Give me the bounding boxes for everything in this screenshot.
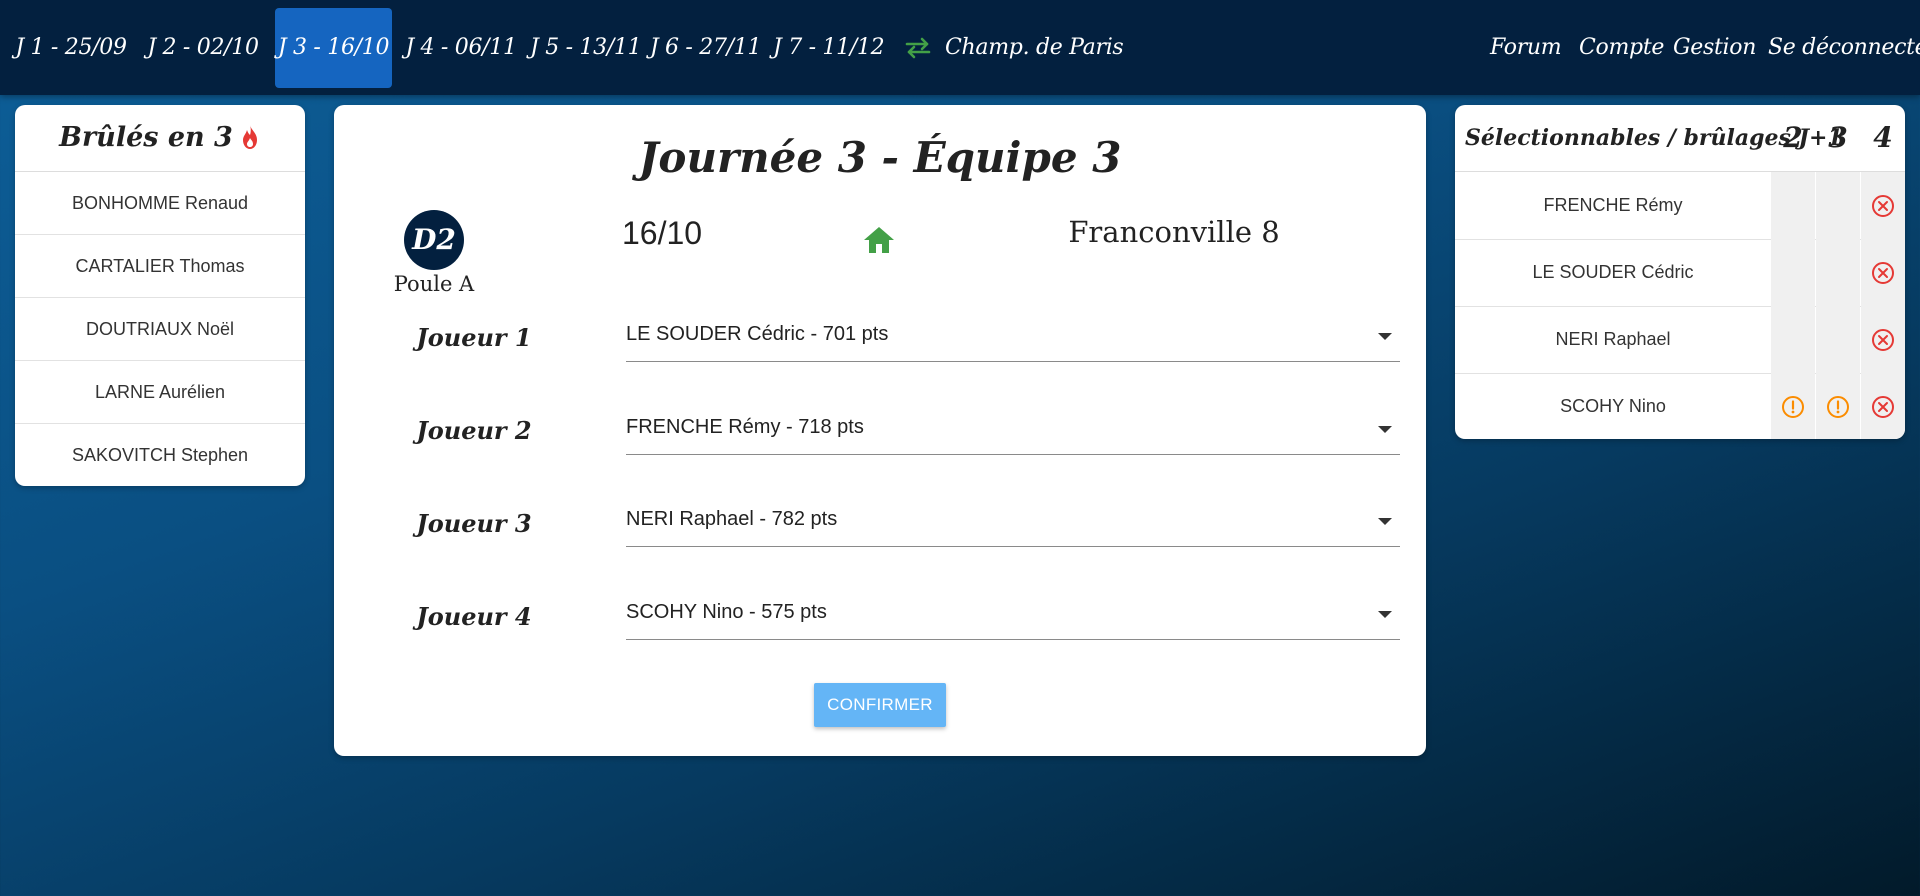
close-circle-icon <box>1872 262 1894 284</box>
table-cell <box>1816 239 1860 306</box>
player-select-1[interactable]: LE SOUDER Cédric - 701 pts <box>626 313 1400 362</box>
team-composition-card: Journée 3 - Équipe 3 D2 Poule A 16/10 Fr… <box>334 105 1426 756</box>
burned-player-item: BONHOMME Renaud <box>15 172 305 235</box>
table-cell <box>1816 172 1860 239</box>
player-slot-label-1: Joueur 1 <box>416 323 532 352</box>
nav-day-j2[interactable]: J 2 - 02/10 <box>143 8 263 88</box>
table-cell <box>1816 306 1860 373</box>
nav-day-j6[interactable]: J 6 - 27/11 <box>648 8 763 88</box>
column-header-4: 4 <box>1873 121 1893 154</box>
nav-gestion[interactable]: Gestion <box>1673 8 1756 88</box>
player-select-2[interactable]: FRENCHE Rémy - 718 pts <box>626 406 1400 455</box>
burned-card-header: Brûlés en 3 <box>15 105 305 172</box>
nav-logout[interactable]: Se déconnecter <box>1768 8 1920 88</box>
dropdown-arrow-icon <box>1378 426 1392 433</box>
table-cell <box>1771 306 1815 373</box>
selectable-players-card: Sélectionnables / brûlages J+1 2 3 4 FRE… <box>1455 105 1905 439</box>
player-slot-label-3: Joueur 3 <box>416 509 532 538</box>
alert-circle-icon <box>1782 396 1804 418</box>
nav-champ-de-paris[interactable]: Champ. de Paris <box>945 8 1124 88</box>
table-cell <box>1861 373 1905 439</box>
selectable-player-name: NERI Raphael <box>1555 329 1671 349</box>
player-select-4[interactable]: SCOHY Nino - 575 pts <box>626 591 1400 640</box>
confirm-button[interactable]: CONFIRMER <box>814 683 946 727</box>
player-select-value: LE SOUDER Cédric - 701 pts <box>626 323 889 345</box>
home-icon <box>864 227 894 253</box>
burned-player-item: CARTALIER Thomas <box>15 235 305 298</box>
table-cell <box>1771 172 1815 239</box>
table-cell <box>1771 373 1815 439</box>
table-cell <box>1771 239 1815 306</box>
player-select-value: FRENCHE Rémy - 718 pts <box>626 416 864 438</box>
burned-players-card: Brûlés en 3 BONHOMME Renaud CARTALIER Th… <box>15 105 305 486</box>
player-select-value: SCOHY Nino - 575 pts <box>626 601 827 623</box>
selectable-table-title: Sélectionnables / brûlages J+1 <box>1465 125 1843 151</box>
burned-player-item: SAKOVITCH Stephen <box>71 445 249 465</box>
nav-day-j5[interactable]: J 5 - 13/11 <box>530 8 642 88</box>
nav-compte[interactable]: Compte <box>1579 8 1664 88</box>
table-row: SCOHY Nino <box>1455 373 1905 439</box>
match-date: 16/10 <box>622 215 703 251</box>
player-slot-label-4: Joueur 4 <box>416 602 532 631</box>
dropdown-arrow-icon <box>1378 518 1392 525</box>
nav-day-j1[interactable]: J 1 - 25/09 <box>11 8 131 88</box>
table-cell <box>1816 373 1860 439</box>
page-title: Journée 3 - Équipe 3 <box>638 133 1122 182</box>
selectable-player-name: LE SOUDER Cédric <box>1532 262 1694 282</box>
nav-forum[interactable]: Forum <box>1490 8 1562 88</box>
burned-player-item: DOUTRIAUX Noël <box>15 298 305 361</box>
division-badge: D2 <box>404 210 464 270</box>
dropdown-arrow-icon <box>1378 611 1392 618</box>
nav-day-j3[interactable]: J 3 - 16/10 <box>275 8 392 88</box>
table-row: NERI Raphael <box>1455 306 1905 374</box>
player-select-value: NERI Raphael - 782 pts <box>626 508 838 530</box>
table-row: FRENCHE Rémy <box>1455 172 1905 240</box>
selectable-player-name: FRENCHE Rémy <box>1543 195 1683 215</box>
burned-player-item: LARNE Aurélien <box>15 361 305 424</box>
close-circle-icon <box>1872 195 1894 217</box>
fire-icon <box>242 125 257 149</box>
column-header-2: 2 <box>1783 121 1803 154</box>
dropdown-arrow-icon <box>1378 333 1392 340</box>
table-cell <box>1861 239 1905 306</box>
player-select-3[interactable]: NERI Raphael - 782 pts <box>626 498 1400 547</box>
table-cell <box>1861 306 1905 373</box>
close-circle-icon <box>1872 329 1894 351</box>
top-navbar: J 1 - 25/09 J 2 - 02/10 J 3 - 16/10 J 4 … <box>0 0 1920 95</box>
opponent-team: Franconville 8 <box>1068 215 1280 249</box>
table-row: LE SOUDER Cédric <box>1455 239 1905 307</box>
nav-day-j4[interactable]: J 4 - 06/11 <box>402 8 520 88</box>
player-slot-label-2: Joueur 2 <box>416 416 532 445</box>
column-header-3: 3 <box>1828 121 1848 154</box>
table-cell <box>1861 172 1905 239</box>
burned-card-title: Brûlés en 3 <box>59 122 233 153</box>
selectable-player-name: SCOHY Nino <box>1560 396 1666 416</box>
nav-day-j7[interactable]: J 7 - 11/12 <box>773 8 885 88</box>
close-circle-icon <box>1872 396 1894 418</box>
poule-label: Poule A <box>393 272 475 296</box>
swap-arrows-icon[interactable] <box>904 36 932 60</box>
alert-circle-icon <box>1827 396 1849 418</box>
selectable-table-header: Sélectionnables / brûlages J+1 2 3 4 <box>1455 105 1905 172</box>
